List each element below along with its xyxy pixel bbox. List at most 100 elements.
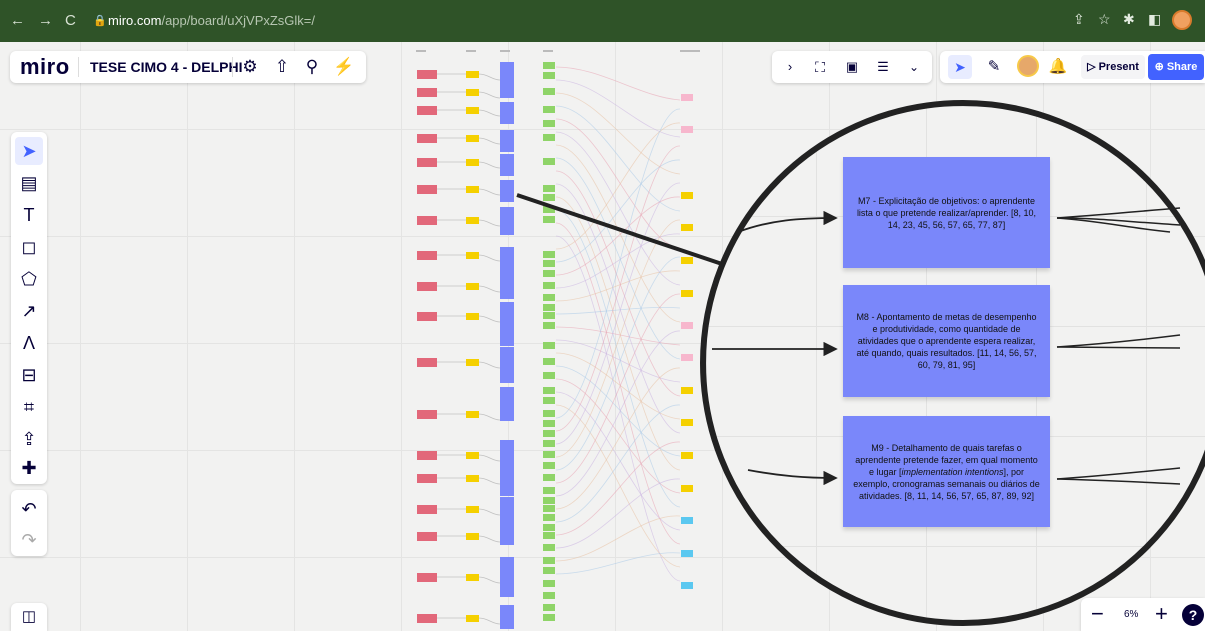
green-card <box>543 282 555 289</box>
target-card <box>681 582 693 589</box>
reload-icon[interactable]: C <box>65 12 76 29</box>
profile-avatar[interactable] <box>1172 10 1192 30</box>
target-card <box>681 387 693 394</box>
green-card <box>543 410 555 417</box>
blue-card <box>500 207 514 235</box>
target-card <box>681 550 693 557</box>
green-card <box>543 440 555 447</box>
red-card <box>417 88 437 97</box>
upload-icon[interactable]: ⇪ <box>15 425 43 453</box>
board-header: miro TESE CIMO 4 - DELPHI ⚙ ⇧ ⚲ ⚡ <box>10 51 366 83</box>
connector-line <box>555 66 681 101</box>
settings-icon[interactable]: ⚙ <box>238 55 262 79</box>
frames-panel-icon[interactable]: ◫ <box>11 603 47 631</box>
green-card <box>543 260 555 267</box>
yellow-card <box>466 574 479 581</box>
redo-icon[interactable]: ↷ <box>15 526 43 554</box>
notes-icon[interactable]: ☰ <box>871 55 895 79</box>
sticky-note-icon[interactable]: ◻ <box>15 233 43 261</box>
bookmark-star-icon[interactable]: ☆ <box>1098 11 1111 28</box>
templates-icon[interactable]: ▤ <box>15 169 43 197</box>
target-card <box>681 354 693 361</box>
extensions-icon[interactable]: ✱ <box>1123 11 1135 28</box>
share-button[interactable]: ⊕ Share <box>1148 54 1204 80</box>
frame-icon[interactable]: ⌗ <box>15 393 43 421</box>
undo-icon[interactable]: ↶ <box>15 495 43 523</box>
connector-line <box>555 367 681 510</box>
yellow-card <box>466 159 479 166</box>
forward-icon[interactable]: → <box>38 12 53 29</box>
green-card <box>543 592 555 599</box>
connector-line <box>555 391 681 531</box>
column-header-mark <box>543 50 553 52</box>
connection-line-icon[interactable]: ↗ <box>15 297 43 325</box>
red-card <box>417 185 437 194</box>
pointer-icon: ➤ <box>954 59 966 75</box>
yellow-card <box>466 252 479 259</box>
connector-line <box>555 293 681 484</box>
red-card <box>417 614 437 623</box>
export-icon[interactable]: ⇧ <box>270 55 294 79</box>
connector-line <box>555 157 681 360</box>
side-panel-icon[interactable]: ◧ <box>1148 11 1161 28</box>
connector-line <box>478 285 501 293</box>
text-tool-icon[interactable]: T <box>15 201 43 229</box>
miro-logo[interactable]: miro <box>20 54 70 80</box>
target-card <box>681 126 693 133</box>
yellow-card <box>466 89 479 96</box>
connector-line <box>555 270 681 302</box>
connector-line <box>478 361 501 369</box>
red-card <box>417 505 437 514</box>
bell-icon[interactable]: 🔔 <box>1046 55 1070 79</box>
green-card <box>543 487 555 494</box>
column-header-mark <box>466 50 476 52</box>
yellow-card <box>466 217 479 224</box>
green-card <box>543 532 555 539</box>
connector-line <box>555 352 681 420</box>
more-apps-icon[interactable]: ✚ <box>15 454 43 482</box>
zoom-out-button[interactable]: − <box>1091 601 1104 627</box>
connector-line <box>555 307 681 315</box>
green-card <box>543 206 555 213</box>
address-bar[interactable]: miro.com/app/board/uXjVPxZsGlk=/ <box>108 13 315 28</box>
focus-icon[interactable]: ⛶ <box>808 55 832 79</box>
red-card <box>417 251 437 260</box>
target-card <box>681 290 693 297</box>
green-card <box>543 372 555 379</box>
comment-icon[interactable]: ⊟ <box>15 361 43 389</box>
help-icon[interactable]: ? <box>1182 604 1204 626</box>
red-card <box>417 106 437 115</box>
shapes-icon[interactable]: ⬠ <box>15 265 43 293</box>
divider <box>78 57 79 77</box>
note-text: M9 - Detalhamento de quais tarefas o apr… <box>853 442 1040 502</box>
blue-card <box>500 130 514 152</box>
more-chevron-icon[interactable]: ⌄ <box>902 55 926 79</box>
board-title[interactable]: TESE CIMO 4 - DELPHI <box>90 59 242 75</box>
select-tool-icon[interactable]: ➤ <box>15 137 43 165</box>
sticky-note-m8[interactable]: M8 - Apontamento de metas de desempenho … <box>843 285 1050 397</box>
back-icon[interactable]: ← <box>10 12 25 29</box>
reactions-icon[interactable]: ✎ <box>982 55 1006 79</box>
chevron-right-icon[interactable]: › <box>778 55 802 79</box>
sticky-note-m7[interactable]: M7 - Explicitação de objetivos: o aprend… <box>843 157 1050 268</box>
green-card <box>543 451 555 458</box>
timer-icon[interactable]: ▣ <box>840 55 864 79</box>
blue-card <box>500 497 514 545</box>
pen-icon[interactable]: Λ <box>15 329 43 357</box>
green-card <box>543 304 555 311</box>
present-button[interactable]: ▷ Present <box>1081 55 1145 79</box>
share-page-icon[interactable]: ⇪ <box>1073 11 1085 28</box>
green-card <box>543 216 555 223</box>
zoom-in-button[interactable]: + <box>1155 601 1168 627</box>
search-icon[interactable]: ⚲ <box>300 55 324 79</box>
connector-line <box>478 188 501 196</box>
green-card <box>543 505 555 512</box>
avatar[interactable] <box>1017 55 1039 77</box>
zoom-level[interactable]: 6% <box>1124 609 1138 620</box>
green-card <box>543 106 555 113</box>
connector-line <box>478 413 501 421</box>
sticky-note-m9[interactable]: M9 - Detalhamento de quais tarefas o apr… <box>843 416 1050 527</box>
integrations-icon[interactable]: ⚡ <box>332 55 356 79</box>
blue-card <box>500 605 514 629</box>
blue-card <box>500 557 514 597</box>
